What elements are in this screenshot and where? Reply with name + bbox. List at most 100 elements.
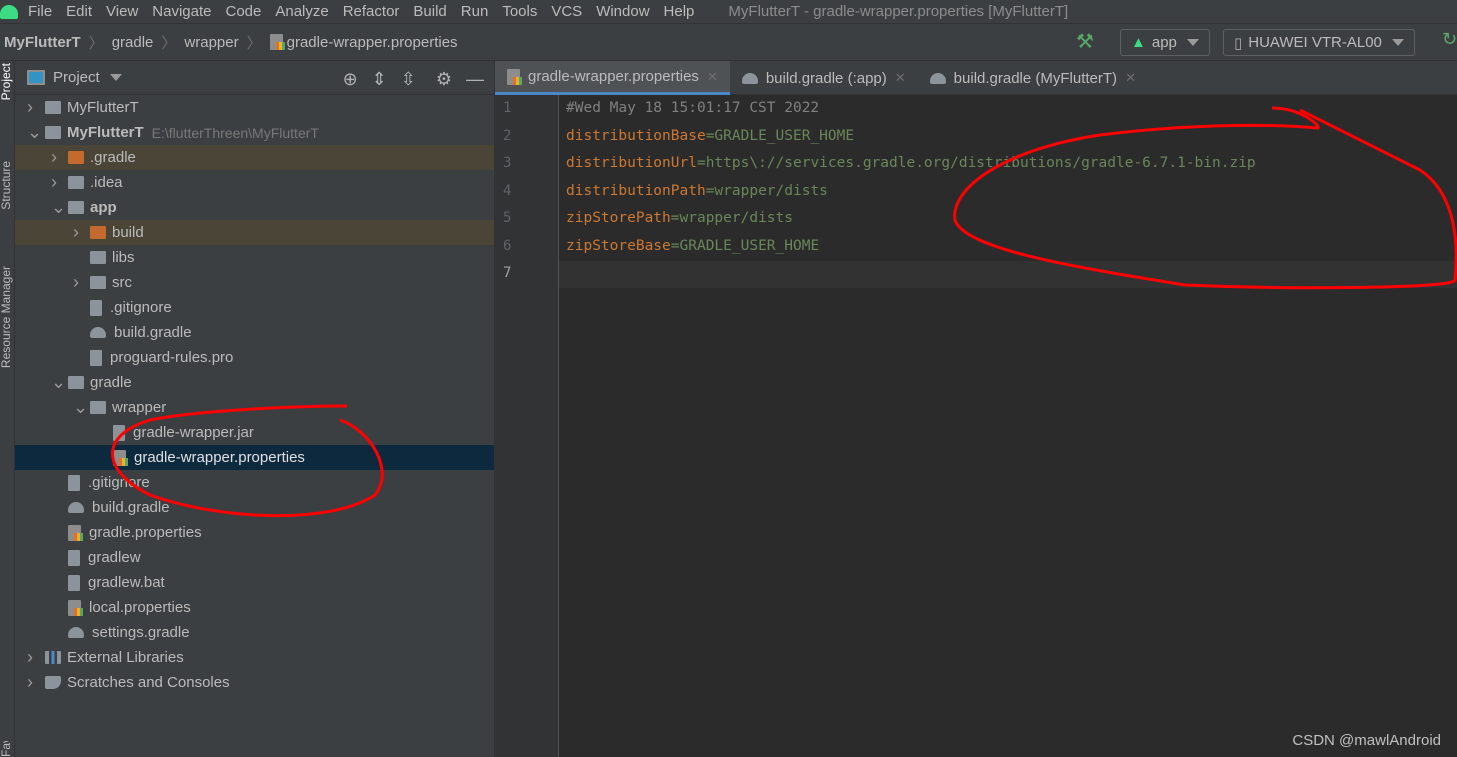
phone-icon: ▯ [1234, 34, 1243, 52]
tree-item[interactable]: › External Libraries [15, 645, 494, 670]
tree-item[interactable]: gradle.properties [15, 520, 494, 545]
menu-window[interactable]: Window [596, 3, 649, 20]
code-line[interactable]: distributionBase=GRADLE_USER_HOME [566, 128, 854, 144]
chevron-down-icon[interactable]: ⌄ [73, 397, 88, 418]
tree-item[interactable]: .gitignore [15, 470, 494, 495]
tree-item[interactable]: settings.gradle [15, 620, 494, 645]
tree-item-label: wrapper [112, 399, 167, 416]
code-line[interactable]: #Wed May 18 15:01:17 CST 2022 [566, 100, 819, 116]
menu-file[interactable]: File [28, 3, 52, 20]
line-number: 1 [503, 100, 512, 116]
tree-item-label: gradle [90, 374, 132, 391]
tree-item[interactable]: ⌄ wrapper [15, 395, 494, 420]
tree-item-label: .idea [90, 174, 123, 191]
chevron-right-icon[interactable]: › [51, 172, 61, 193]
code-line[interactable]: distributionPath=wrapper/dists [566, 183, 828, 199]
breadcrumb-item[interactable]: MyFlutterT [4, 34, 81, 51]
chevron-down-icon[interactable]: ⌄ [51, 197, 66, 218]
tree-item[interactable]: gradle-wrapper.properties [15, 445, 494, 470]
tree-item[interactable]: › .gradle [15, 145, 494, 170]
tree-item[interactable]: › build [15, 220, 494, 245]
tree-item[interactable]: gradle-wrapper.jar [15, 420, 494, 445]
folder-icon [90, 251, 106, 264]
breadcrumb-separator-icon: 〉 [88, 34, 104, 52]
run-config-select[interactable]: ▲ app [1120, 29, 1210, 56]
window-title: MyFlutterT - gradle-wrapper.properties [… [728, 3, 1069, 20]
chevron-right-icon[interactable]: › [73, 222, 83, 243]
tool-tab-project[interactable]: Project [0, 63, 13, 100]
collapse-all-icon[interactable]: ⇳ [401, 69, 416, 90]
file-icon [68, 474, 80, 491]
code-line[interactable]: zipStorePath=wrapper/dists [566, 210, 793, 226]
tool-tab-favorites[interactable]: Favorites [0, 741, 13, 757]
breadcrumb-item[interactable]: gradle [112, 34, 154, 51]
chevron-right-icon[interactable]: › [27, 647, 37, 668]
tree-item[interactable]: proguard-rules.pro [15, 345, 494, 370]
chevron-right-icon[interactable]: › [27, 672, 37, 693]
project-view-select[interactable]: Project [53, 69, 100, 86]
minimize-icon[interactable]: — [466, 69, 484, 90]
device-select[interactable]: ▯ HUAWEI VTR-AL00 [1223, 29, 1415, 56]
android-icon: ▲ [1131, 34, 1146, 51]
tree-item[interactable]: ⌄ app [15, 195, 494, 220]
tree-item[interactable]: ⌄ MyFlutterT E:\flutterThreen\MyFlutterT [15, 120, 494, 145]
tool-tab-resource-manager[interactable]: Resource Manager [0, 266, 13, 368]
menu-vcs[interactable]: VCS [551, 3, 582, 20]
tree-item-label: .gitignore [110, 299, 172, 316]
tree-item[interactable]: build.gradle [15, 495, 494, 520]
breadcrumb-label: gradle-wrapper.properties [286, 33, 458, 51]
tree-item[interactable]: gradlew [15, 545, 494, 570]
tree-item[interactable]: build.gradle [15, 320, 494, 345]
menu-tools[interactable]: Tools [502, 3, 537, 20]
chevron-down-icon[interactable]: ⌄ [51, 372, 66, 393]
breadcrumb-item[interactable]: wrapper [184, 34, 238, 51]
tab-build-gradle-myfluttert-[interactable]: build.gradle (MyFlutterT) ✕ [918, 61, 1148, 95]
menu-build[interactable]: Build [413, 3, 446, 20]
code-line[interactable]: distributionUrl=https\://services.gradle… [566, 155, 1256, 171]
tree-item[interactable]: › Scratches and Consoles [15, 670, 494, 695]
property-key: distributionBase [566, 127, 706, 144]
tab-gradle-wrapper-properties[interactable]: gradle-wrapper.properties ✕ [495, 61, 730, 95]
menu-refactor[interactable]: Refactor [343, 3, 400, 20]
menu-help[interactable]: Help [664, 3, 695, 20]
equals-sign: = [670, 237, 680, 254]
breadcrumb-separator-icon: 〉 [161, 34, 177, 52]
tree-item[interactable]: › src [15, 270, 494, 295]
tree-item[interactable]: .gitignore [15, 295, 494, 320]
tree-item[interactable]: › .idea [15, 170, 494, 195]
build-hammer-icon[interactable]: ⚒ [1076, 29, 1094, 54]
tree-item[interactable]: local.properties [15, 595, 494, 620]
menu-run[interactable]: Run [461, 3, 489, 20]
tree-item[interactable]: libs [15, 245, 494, 270]
menu-code[interactable]: Code [225, 3, 261, 20]
tree-item-label: gradlew.bat [88, 574, 165, 591]
code-line[interactable]: zipStoreBase=GRADLE_USER_HOME [566, 238, 819, 254]
close-tab-icon[interactable]: ✕ [1125, 70, 1136, 86]
expand-all-icon[interactable]: ⇕ [372, 69, 387, 90]
tree-item[interactable]: › MyFlutterT [15, 95, 494, 120]
tool-tab-structure[interactable]: Structure [0, 161, 13, 210]
menu-analyze[interactable]: Analyze [275, 3, 328, 20]
breadcrumb-item[interactable]: gradle-wrapper.properties [269, 33, 458, 51]
close-tab-icon[interactable]: ✕ [707, 69, 718, 85]
chevron-right-icon[interactable]: › [73, 272, 83, 293]
chevron-right-icon[interactable]: › [27, 97, 37, 118]
file-icon [90, 299, 102, 316]
library-icon [45, 651, 61, 664]
folder-icon [68, 201, 84, 214]
gear-icon[interactable]: ⚙ [436, 69, 452, 90]
menu-view[interactable]: View [106, 3, 138, 20]
property-value: wrapper/dists [679, 210, 794, 226]
menu-navigate[interactable]: Navigate [152, 3, 211, 20]
tab-build-gradle-app-[interactable]: build.gradle (:app) ✕ [730, 61, 918, 95]
sync-icon[interactable]: ↻ [1442, 29, 1457, 50]
tree-item[interactable]: gradlew.bat [15, 570, 494, 595]
locate-icon[interactable]: ⊕ [343, 69, 358, 90]
menu-edit[interactable]: Edit [66, 3, 92, 20]
tree-item-label: Scratches and Consoles [67, 674, 230, 691]
close-tab-icon[interactable]: ✕ [895, 70, 906, 86]
properties-file-icon [68, 599, 83, 616]
chevron-down-icon[interactable]: ⌄ [27, 122, 42, 143]
chevron-right-icon[interactable]: › [51, 147, 61, 168]
tree-item[interactable]: ⌄ gradle [15, 370, 494, 395]
